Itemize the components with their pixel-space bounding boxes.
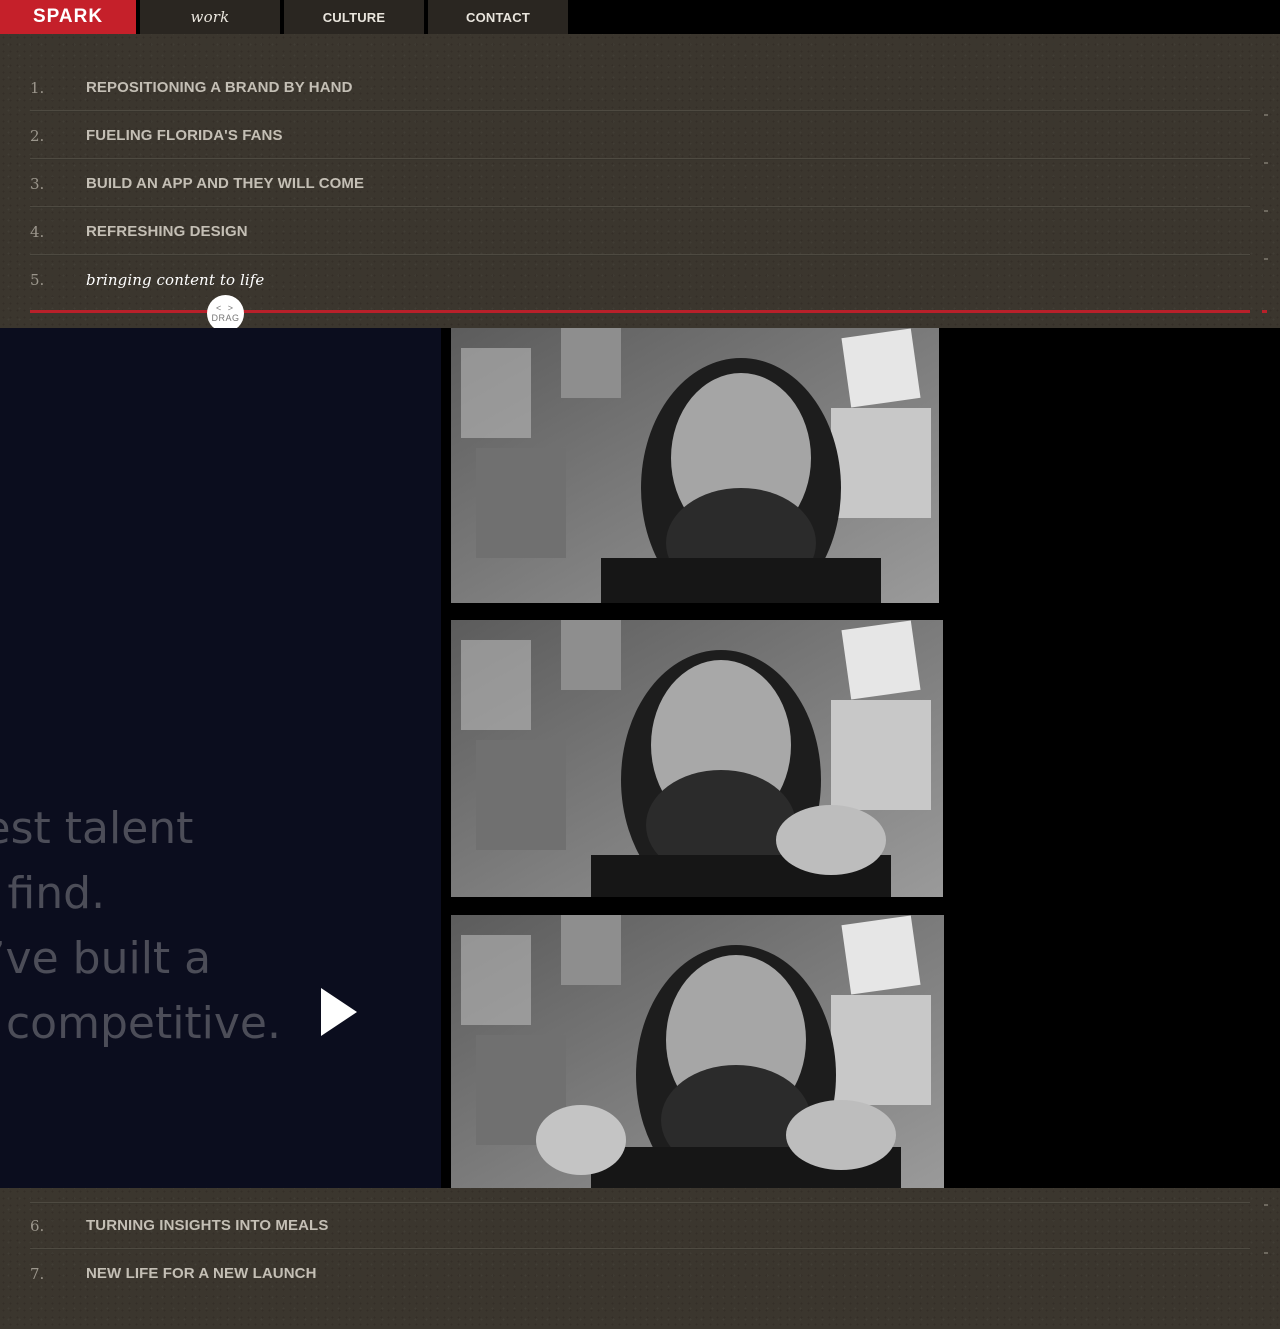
progress-bar-end <box>1262 310 1267 313</box>
video-still-1 <box>451 328 939 603</box>
project-number: 3. <box>30 175 45 193</box>
quote-line: e best talent <box>0 803 194 854</box>
play-icon[interactable] <box>321 988 357 1036</box>
quote-line: we’ve built a <box>0 933 212 984</box>
project-showcase: e best talent can find. we’ve built a al… <box>0 328 1280 1188</box>
project-number: 5. <box>30 271 45 289</box>
nav-tab-culture[interactable]: CULTURE <box>284 0 424 34</box>
nav-tab-contact[interactable]: CONTACT <box>428 0 568 34</box>
drag-handle[interactable]: < > DRAG <box>207 295 244 332</box>
project-title[interactable]: NEW LIFE FOR A NEW LAUNCH <box>86 1250 317 1298</box>
drag-label: DRAG <box>211 313 240 323</box>
row-tick <box>1264 1204 1268 1206</box>
project-row-3[interactable]: 3. BUILD AN APP AND THEY WILL COME <box>30 160 1250 208</box>
project-row-1[interactable]: 1. REPOSITIONING A BRAND BY HAND <box>30 64 1250 112</box>
project-number: 1. <box>30 79 45 97</box>
project-row-2[interactable]: 2. FUELING FLORIDA'S FANS <box>30 112 1250 160</box>
project-list-continued: 6. TURNING INSIGHTS INTO MEALS 7. NEW LI… <box>0 1188 1280 1329</box>
project-number: 4. <box>30 223 45 241</box>
project-title[interactable]: REPOSITIONING A BRAND BY HAND <box>86 64 353 112</box>
quote-text: e best talent can find. we’ve built a al… <box>0 796 281 1056</box>
video-still-3 <box>451 915 944 1188</box>
row-tick <box>1264 258 1268 260</box>
project-row-6[interactable]: 6. TURNING INSIGHTS INTO MEALS <box>30 1202 1250 1250</box>
project-title-active[interactable]: bringing content to life <box>86 256 264 304</box>
row-tick <box>1264 162 1268 164</box>
project-row-5-active[interactable]: 5. bringing content to life <box>30 256 1250 296</box>
top-nav: SPARK work CULTURE CONTACT <box>0 0 1280 34</box>
project-number: 2. <box>30 127 45 145</box>
row-tick <box>1264 210 1268 212</box>
project-list: 1. REPOSITIONING A BRAND BY HAND 2. FUEL… <box>0 34 1280 332</box>
nav-tab-work[interactable]: work <box>140 0 280 34</box>
project-row-7[interactable]: 7. NEW LIFE FOR A NEW LAUNCH <box>30 1250 1250 1298</box>
spark-logo[interactable]: SPARK <box>0 0 136 34</box>
project-title[interactable]: REFRESHING DESIGN <box>86 208 248 256</box>
project-number: 7. <box>30 1265 45 1283</box>
video-still-2 <box>451 620 943 897</box>
quote-line: can find. <box>0 868 106 919</box>
video-quote-panel: e best talent can find. we’ve built a al… <box>0 328 441 1188</box>
drag-arrows-icon: < > <box>215 303 235 313</box>
row-tick <box>1264 114 1268 116</box>
project-title[interactable]: BUILD AN APP AND THEY WILL COME <box>86 160 364 208</box>
project-number: 6. <box>30 1217 45 1235</box>
row-tick <box>1264 1252 1268 1254</box>
project-row-4[interactable]: 4. REFRESHING DESIGN <box>30 208 1250 256</box>
project-title[interactable]: TURNING INSIGHTS INTO MEALS <box>86 1202 328 1250</box>
project-title[interactable]: FUELING FLORIDA'S FANS <box>86 112 283 160</box>
quote-line: ally competitive. <box>0 998 281 1049</box>
